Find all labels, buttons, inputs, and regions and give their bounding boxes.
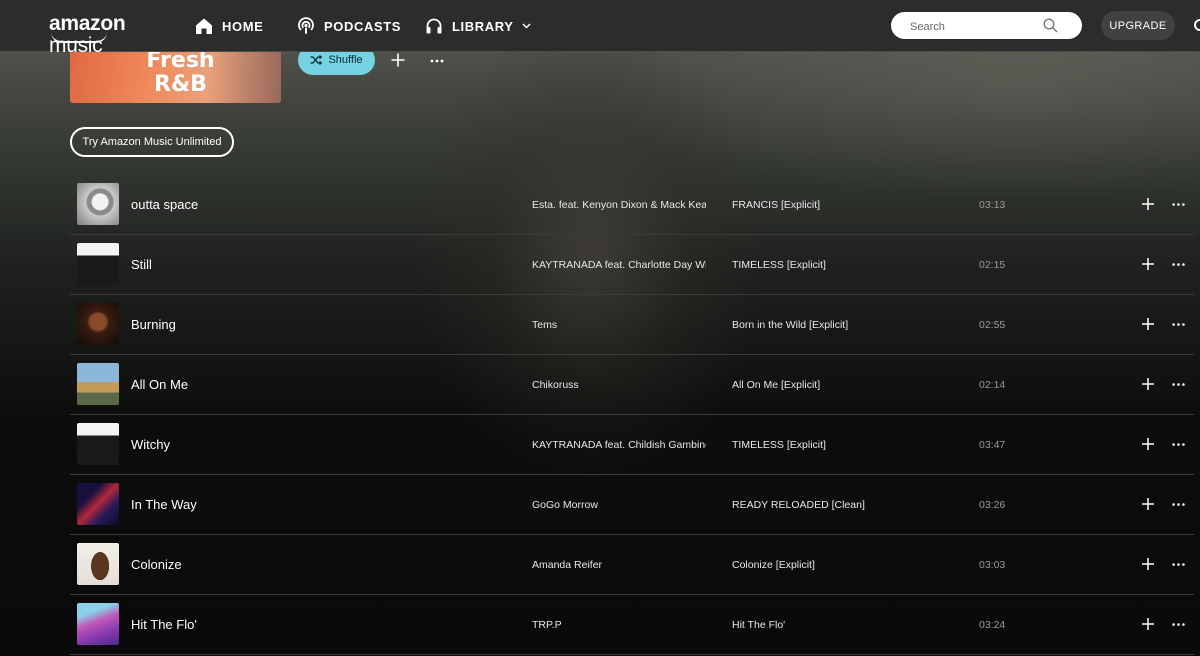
add-playlist-plus-icon[interactable]: [390, 52, 406, 68]
nav-home-label: HOME: [222, 18, 264, 34]
add-track-plus-icon[interactable]: [1141, 437, 1155, 451]
nav-podcasts[interactable]: PODCASTS: [297, 15, 401, 37]
track-album-art: [77, 483, 119, 525]
upgrade-label: UPGRADE: [1109, 19, 1167, 32]
track-row[interactable]: Still KAYTRANADA feat. Charlotte Day Wil…: [70, 235, 1194, 295]
track-album[interactable]: FRANCIS [Explicit]: [732, 199, 820, 211]
logo-smile-icon: [51, 32, 107, 43]
headphones-icon: [426, 18, 442, 34]
track-title[interactable]: Still: [131, 257, 152, 272]
track-title[interactable]: outta space: [131, 197, 198, 212]
add-track-plus-icon[interactable]: [1141, 257, 1155, 271]
shuffle-icon: [310, 55, 323, 65]
more-options-icon[interactable]: [430, 59, 444, 63]
track-title[interactable]: All On Me: [131, 377, 188, 392]
track-duration: 03:26: [979, 499, 1006, 511]
track-artist[interactable]: GoGo Morrow: [532, 499, 706, 511]
track-duration: 03:03: [979, 559, 1006, 571]
track-row[interactable]: Witchy KAYTRANADA feat. Childish Gambino…: [70, 415, 1194, 475]
track-artist[interactable]: Amanda Reifer: [532, 559, 706, 571]
cover-text-line2: R&B: [154, 72, 207, 97]
track-artist[interactable]: KAYTRANADA feat. Childish Gambino: [532, 439, 706, 451]
track-artist[interactable]: Esta. feat. Kenyon Dixon & Mack Keane: [532, 199, 706, 211]
track-more-options-icon[interactable]: [1172, 263, 1185, 266]
track-album[interactable]: All On Me [Explicit]: [732, 379, 820, 391]
search-input[interactable]: [908, 17, 1052, 36]
add-track-plus-icon[interactable]: [1141, 197, 1155, 211]
track-duration: 02:55: [979, 319, 1006, 331]
track-duration: 03:24: [979, 619, 1006, 631]
add-track-plus-icon[interactable]: [1141, 377, 1155, 391]
track-duration: 03:47: [979, 439, 1006, 451]
track-album[interactable]: TIMELESS [Explicit]: [732, 259, 826, 271]
track-album-art: [77, 423, 119, 465]
try-unlimited-label: Try Amazon Music Unlimited: [82, 136, 222, 148]
nav-library[interactable]: LIBRARY: [425, 15, 531, 37]
home-icon: [196, 18, 212, 34]
track-album-art: [77, 543, 119, 585]
add-track-plus-icon[interactable]: [1141, 497, 1155, 511]
track-more-options-icon[interactable]: [1172, 383, 1185, 386]
track-album[interactable]: Born in the Wild [Explicit]: [732, 319, 848, 331]
track-album-art: [77, 603, 119, 645]
track-row[interactable]: Hit The Flo' TRP.P Hit The Flo' 03:24: [70, 595, 1194, 655]
track-artist[interactable]: Tems: [532, 319, 706, 331]
amazon-music-logo[interactable]: amazon music: [49, 13, 159, 57]
track-artist[interactable]: KAYTRANADA feat. Charlotte Day Wilson: [532, 259, 706, 271]
chevron-down-icon: [521, 23, 531, 29]
track-row[interactable]: Colonize Amanda Reifer Colonize [Explici…: [70, 535, 1194, 595]
nav-home[interactable]: HOME: [195, 15, 263, 37]
add-track-plus-icon[interactable]: [1141, 317, 1155, 331]
try-unlimited-button[interactable]: Try Amazon Music Unlimited: [70, 127, 234, 157]
search-icon[interactable]: [1043, 18, 1058, 33]
track-title[interactable]: Witchy: [131, 437, 170, 452]
track-title[interactable]: Colonize: [131, 557, 182, 572]
track-more-options-icon[interactable]: [1172, 203, 1185, 206]
search-box[interactable]: [891, 12, 1082, 39]
nav-podcasts-label: PODCASTS: [324, 18, 402, 34]
track-row[interactable]: All On Me Chikoruss All On Me [Explicit]…: [70, 355, 1194, 415]
track-row[interactable]: outta space Esta. feat. Kenyon Dixon & M…: [70, 175, 1194, 235]
track-album[interactable]: TIMELESS [Explicit]: [732, 439, 826, 451]
track-artist[interactable]: TRP.P: [532, 619, 706, 631]
track-more-options-icon[interactable]: [1172, 503, 1185, 506]
track-list: outta space Esta. feat. Kenyon Dixon & M…: [70, 175, 1194, 655]
track-title[interactable]: In The Way: [131, 497, 197, 512]
track-album[interactable]: Hit The Flo': [732, 619, 785, 631]
track-title[interactable]: Burning: [131, 317, 176, 332]
track-album-art: [77, 303, 119, 345]
track-album-art: [77, 183, 119, 225]
track-more-options-icon[interactable]: [1172, 563, 1185, 566]
podcast-icon: [298, 17, 314, 34]
track-album[interactable]: READY RELOADED [Clean]: [732, 499, 865, 511]
upgrade-button[interactable]: UPGRADE: [1101, 11, 1175, 40]
track-duration: 03:13: [979, 199, 1006, 211]
track-album[interactable]: Colonize [Explicit]: [732, 559, 815, 571]
add-track-plus-icon[interactable]: [1141, 617, 1155, 631]
track-album-art: [77, 243, 119, 285]
track-more-options-icon[interactable]: [1172, 323, 1185, 326]
shuffle-label: Shuffle: [328, 54, 363, 66]
track-more-options-icon[interactable]: [1172, 623, 1185, 626]
track-more-options-icon[interactable]: [1172, 443, 1185, 446]
top-navigation-bar: amazon music HOME PODCASTS LIBRARY UPGRA…: [0, 0, 1200, 57]
track-album-art: [77, 363, 119, 405]
track-row[interactable]: In The Way GoGo Morrow READY RELOADED [C…: [70, 475, 1194, 535]
track-row[interactable]: Burning Tems Born in the Wild [Explicit]…: [70, 295, 1194, 355]
nav-library-label: LIBRARY: [452, 18, 514, 34]
add-track-plus-icon[interactable]: [1141, 557, 1155, 571]
track-artist[interactable]: Chikoruss: [532, 379, 706, 391]
track-duration: 02:15: [979, 259, 1006, 271]
track-duration: 02:14: [979, 379, 1006, 391]
settings-icon[interactable]: [1194, 15, 1200, 35]
track-title[interactable]: Hit The Flo': [131, 617, 197, 632]
